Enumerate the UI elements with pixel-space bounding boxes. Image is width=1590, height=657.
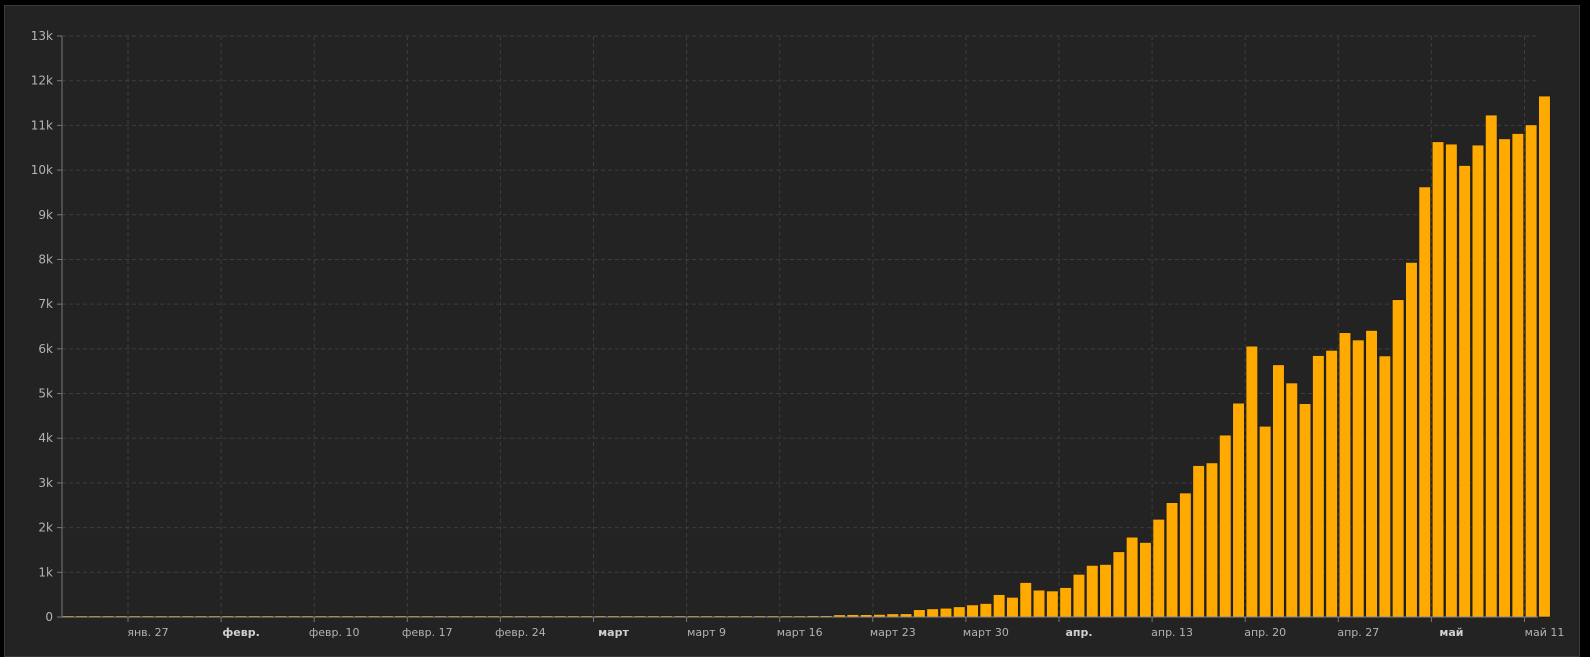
bar[interactable] — [1019, 582, 1032, 618]
x-tick-label: февр. 17 — [402, 626, 453, 639]
bar[interactable] — [1312, 355, 1325, 618]
x-tick-label: апр. — [1065, 626, 1092, 639]
bar[interactable] — [1086, 565, 1099, 618]
bar[interactable] — [926, 608, 939, 618]
x-tick-label: апр. 13 — [1151, 626, 1193, 639]
bars — [62, 95, 1551, 618]
bar[interactable] — [993, 594, 1006, 618]
x-tick-label: февр. 24 — [495, 626, 546, 639]
x-tick-label: февр. 10 — [309, 626, 360, 639]
bar[interactable] — [1538, 95, 1551, 618]
y-tick-label: 12k — [31, 74, 53, 88]
bar[interactable] — [1525, 124, 1538, 618]
daily-cases-bar-chart: 0 1k 2k 3k 4k 5k 6k 7k 8k 9k 10k 11k 12k 13k янв. 27 ф… — [31, 29, 1565, 639]
y-tick-label: 1k — [38, 565, 53, 579]
y-tick-label: 4k — [38, 431, 53, 445]
bar[interactable] — [1405, 262, 1418, 618]
x-tick-label: май — [1439, 626, 1463, 639]
x-axis-ticks: янв. 27 февр. февр. 10 февр. 17 февр. 24 март… — [127, 617, 1564, 639]
x-tick-label: апр. 27 — [1337, 626, 1379, 639]
y-tick-label: 13k — [31, 29, 53, 43]
bar[interactable] — [1378, 355, 1391, 618]
x-tick-label: март 30 — [963, 626, 1009, 639]
bar[interactable] — [913, 609, 926, 618]
bar[interactable] — [1139, 542, 1152, 618]
y-tick-label: 5k — [38, 387, 53, 401]
bar[interactable] — [1272, 364, 1285, 618]
x-tick-label: март 16 — [777, 626, 823, 639]
bar[interactable] — [1471, 144, 1485, 618]
bar[interactable] — [1245, 345, 1258, 618]
bar[interactable] — [1152, 518, 1165, 618]
bar[interactable] — [1072, 574, 1086, 618]
bar[interactable] — [1338, 332, 1352, 618]
bar[interactable] — [1099, 564, 1112, 618]
x-tick-label: март 23 — [870, 626, 916, 639]
bar[interactable] — [1219, 434, 1232, 618]
bar[interactable] — [953, 606, 966, 618]
bar[interactable] — [1498, 138, 1511, 618]
bar[interactable] — [1511, 133, 1524, 618]
x-tick-label: апр. 20 — [1244, 626, 1286, 639]
y-tick-label: 2k — [38, 521, 53, 535]
x-tick-label: февр. — [222, 626, 259, 639]
bar[interactable] — [1392, 299, 1405, 618]
bar[interactable] — [1046, 590, 1059, 618]
bar[interactable] — [1285, 382, 1298, 618]
y-tick-label: 11k — [31, 118, 53, 132]
bar[interactable] — [1006, 597, 1019, 618]
x-tick-label: март 9 — [687, 626, 726, 639]
bar[interactable] — [1485, 114, 1498, 618]
bar[interactable] — [979, 603, 992, 618]
x-tick-label: янв. 27 — [127, 626, 168, 639]
y-tick-label: 6k — [38, 342, 53, 356]
bar[interactable] — [1232, 402, 1245, 618]
bar[interactable] — [1165, 502, 1179, 618]
y-tick-label: 7k — [38, 297, 53, 311]
bar[interactable] — [1445, 143, 1458, 618]
x-tick-label: март — [598, 626, 629, 639]
y-axis-ticks: 0 1k 2k 3k 4k 5k 6k 7k 8k 9k 10k 11k 12k 13k — [31, 29, 62, 624]
bar[interactable] — [1259, 425, 1272, 618]
bar[interactable] — [1032, 589, 1046, 618]
bar[interactable] — [1325, 350, 1338, 618]
bar[interactable] — [1431, 141, 1445, 618]
bar[interactable] — [1205, 462, 1219, 618]
y-tick-label: 0 — [45, 610, 53, 624]
bar[interactable] — [966, 604, 979, 618]
bar[interactable] — [1112, 551, 1125, 618]
bar[interactable] — [1059, 587, 1072, 618]
bar[interactable] — [1192, 465, 1205, 618]
y-tick-label: 3k — [38, 476, 53, 490]
bar[interactable] — [939, 607, 953, 618]
bar[interactable] — [1126, 536, 1139, 618]
y-tick-label: 10k — [31, 163, 53, 177]
bar[interactable] — [1365, 330, 1378, 618]
y-tick-label: 9k — [38, 208, 53, 222]
bar[interactable] — [1418, 186, 1431, 618]
y-tick-label: 8k — [38, 252, 53, 266]
bar[interactable] — [1179, 492, 1192, 618]
x-tick-label: май 11 — [1525, 626, 1565, 639]
bar[interactable] — [1298, 403, 1312, 618]
bar[interactable] — [1352, 339, 1365, 618]
bar[interactable] — [1458, 165, 1471, 618]
